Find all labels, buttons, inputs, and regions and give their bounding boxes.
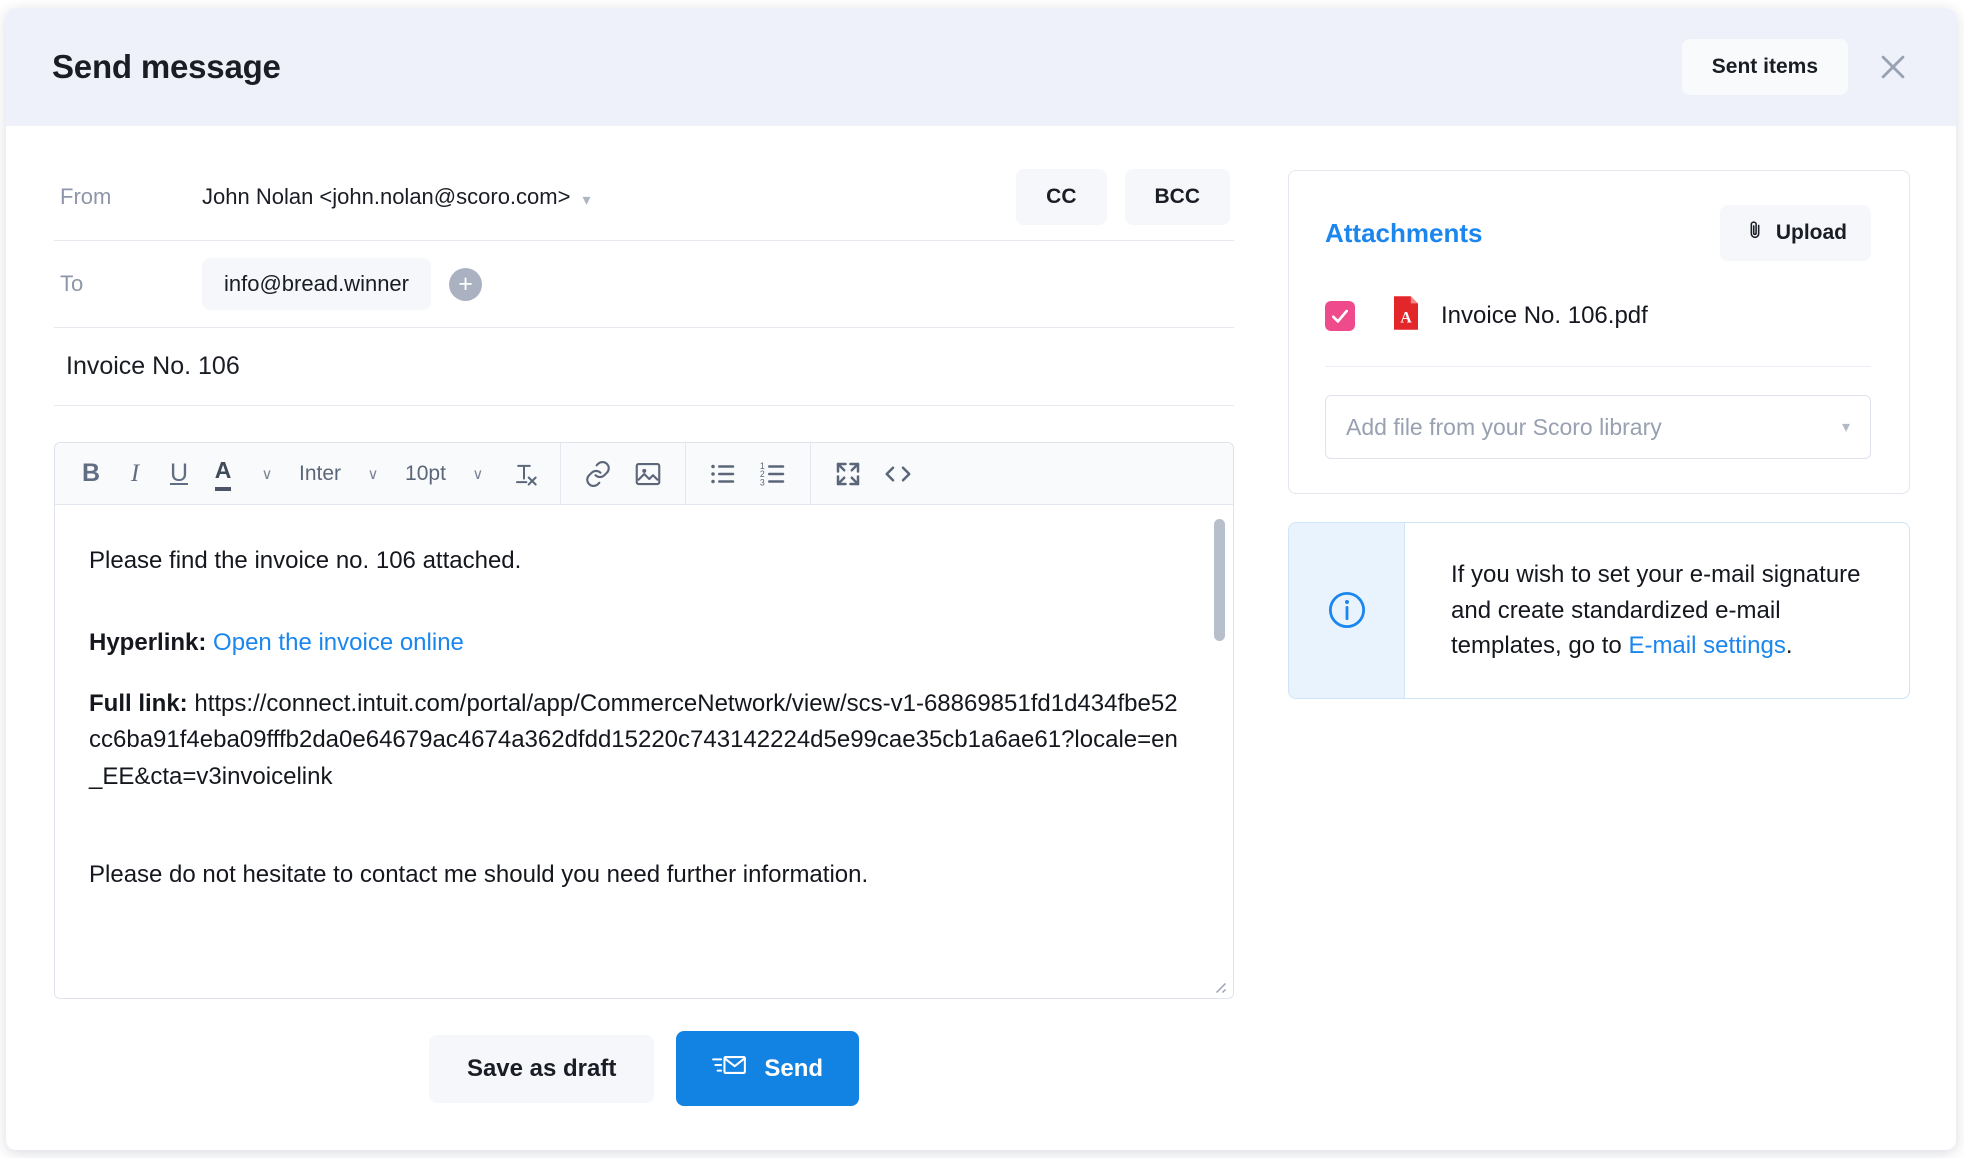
compose-column: From John Nolan <john.nolan@scoro.com>▾ … — [54, 154, 1234, 1150]
info-circle-icon — [1289, 523, 1405, 698]
from-select[interactable]: John Nolan <john.nolan@scoro.com> ▾ — [202, 184, 590, 210]
fulllink-label: Full link: — [89, 690, 188, 717]
save-as-draft-button[interactable]: Save as draft — [429, 1035, 654, 1103]
font-size-select[interactable]: 10pt — [395, 443, 456, 505]
chevron-down-icon: ▾ — [582, 190, 590, 210]
editor-body[interactable]: Please find the invoice no. 106 attached… — [55, 505, 1233, 998]
svg-text:3: 3 — [760, 477, 765, 487]
modal-body: From John Nolan <john.nolan@scoro.com>▾ … — [6, 126, 1956, 1150]
editor-scrollbar[interactable] — [1214, 519, 1225, 641]
editor-resize-handle[interactable] — [1209, 976, 1227, 994]
toolbar-divider — [810, 443, 811, 505]
send-mail-icon — [712, 1051, 746, 1086]
bullet-list-icon[interactable] — [698, 443, 748, 505]
bcc-button[interactable]: BCC — [1125, 169, 1231, 225]
font-family-select[interactable]: Inter — [289, 443, 351, 505]
message-content[interactable]: Please find the invoice no. 106 attached… — [55, 505, 1233, 960]
to-label: To — [60, 271, 202, 297]
numbered-list-icon[interactable]: 1 2 3 — [748, 443, 798, 505]
modal-footer: Save as draft Send — [54, 999, 1234, 1150]
close-icon[interactable] — [1870, 44, 1916, 90]
message-hyperlink-line: Hyperlink: Open the invoice online — [89, 625, 1187, 661]
attachment-checkbox[interactable] — [1325, 301, 1355, 331]
info-text: If you wish to set your e-mail signature… — [1405, 523, 1909, 698]
attachments-header: Attachments Upload — [1325, 205, 1871, 261]
underline-button[interactable]: U — [157, 443, 201, 505]
upload-button-label: Upload — [1776, 221, 1847, 245]
link-icon[interactable] — [573, 443, 623, 505]
clear-formatting-icon[interactable] — [500, 443, 548, 505]
toolbar-divider — [685, 443, 686, 505]
code-icon[interactable] — [873, 443, 923, 505]
message-closing: Please do not hesitate to contact me sho… — [89, 857, 1187, 893]
send-message-modal: Send message Sent items From John Nolan … — [6, 8, 1956, 1150]
from-label: From — [60, 184, 202, 210]
add-recipient-icon[interactable]: + — [449, 268, 482, 301]
upload-button[interactable]: Upload — [1720, 205, 1871, 261]
info-box: If you wish to set your e-mail signature… — [1288, 522, 1910, 699]
attachment-name[interactable]: Invoice No. 106.pdf — [1441, 302, 1648, 330]
italic-button[interactable]: I — [113, 443, 157, 505]
text-color-letter: A — [215, 457, 232, 491]
header-actions: Sent items — [1682, 39, 1916, 95]
recipient-chip[interactable]: info@bread.winner — [202, 258, 431, 310]
cc-bcc-group: CC BCC — [1016, 169, 1234, 225]
attachment-item: A Invoice No. 106.pdf — [1325, 295, 1871, 367]
send-button-label: Send — [764, 1055, 823, 1083]
scoro-library-select[interactable]: Add file from your Scoro library ▾ — [1325, 395, 1871, 459]
pdf-file-icon: A — [1391, 295, 1421, 336]
fulllink-url: https://connect.intuit.com/portal/app/Co… — [89, 690, 1178, 790]
scoro-library-placeholder: Add file from your Scoro library — [1346, 414, 1662, 441]
from-value: John Nolan <john.nolan@scoro.com> — [202, 184, 570, 209]
rich-text-editor: B I U A ∨ Inter ∨ 10pt ∨ — [54, 442, 1234, 999]
text-color-chevron-down-icon[interactable]: ∨ — [245, 443, 289, 505]
side-panel: Attachments Upload — [1288, 154, 1910, 1150]
page-title: Send message — [52, 48, 281, 86]
send-button[interactable]: Send — [676, 1031, 859, 1106]
attachments-panel: Attachments Upload — [1288, 170, 1910, 494]
cc-button[interactable]: CC — [1016, 169, 1106, 225]
email-settings-link[interactable]: E-mail settings — [1628, 632, 1785, 659]
hyperlink-label: Hyperlink: — [89, 629, 206, 656]
editor-toolbar: B I U A ∨ Inter ∨ 10pt ∨ — [55, 443, 1233, 505]
toolbar-divider — [560, 443, 561, 505]
fullscreen-icon[interactable] — [823, 443, 873, 505]
bold-button[interactable]: B — [69, 443, 113, 505]
chevron-down-icon: ▾ — [1842, 417, 1850, 437]
info-text-after: . — [1786, 632, 1793, 659]
image-icon[interactable] — [623, 443, 673, 505]
paperclip-icon — [1744, 219, 1766, 247]
modal-header: Send message Sent items — [6, 8, 1956, 126]
font-size-chevron-down-icon[interactable]: ∨ — [456, 443, 500, 505]
to-row: To info@bread.winner + — [54, 241, 1234, 328]
sent-items-button[interactable]: Sent items — [1682, 39, 1848, 95]
subject-input[interactable]: Invoice No. 106 — [66, 352, 240, 381]
text-color-button[interactable]: A — [201, 443, 245, 505]
from-row: From John Nolan <john.nolan@scoro.com>▾ … — [54, 154, 1234, 241]
svg-text:A: A — [1400, 310, 1412, 327]
font-family-chevron-down-icon[interactable]: ∨ — [351, 443, 395, 505]
subject-row[interactable]: Invoice No. 106 — [54, 328, 1234, 406]
invoice-link[interactable]: Open the invoice online — [213, 629, 464, 656]
message-line-1: Please find the invoice no. 106 attached… — [89, 543, 1187, 579]
attachments-title: Attachments — [1325, 218, 1482, 249]
message-fulllink-line: Full link: https://connect.intuit.com/po… — [89, 686, 1187, 795]
